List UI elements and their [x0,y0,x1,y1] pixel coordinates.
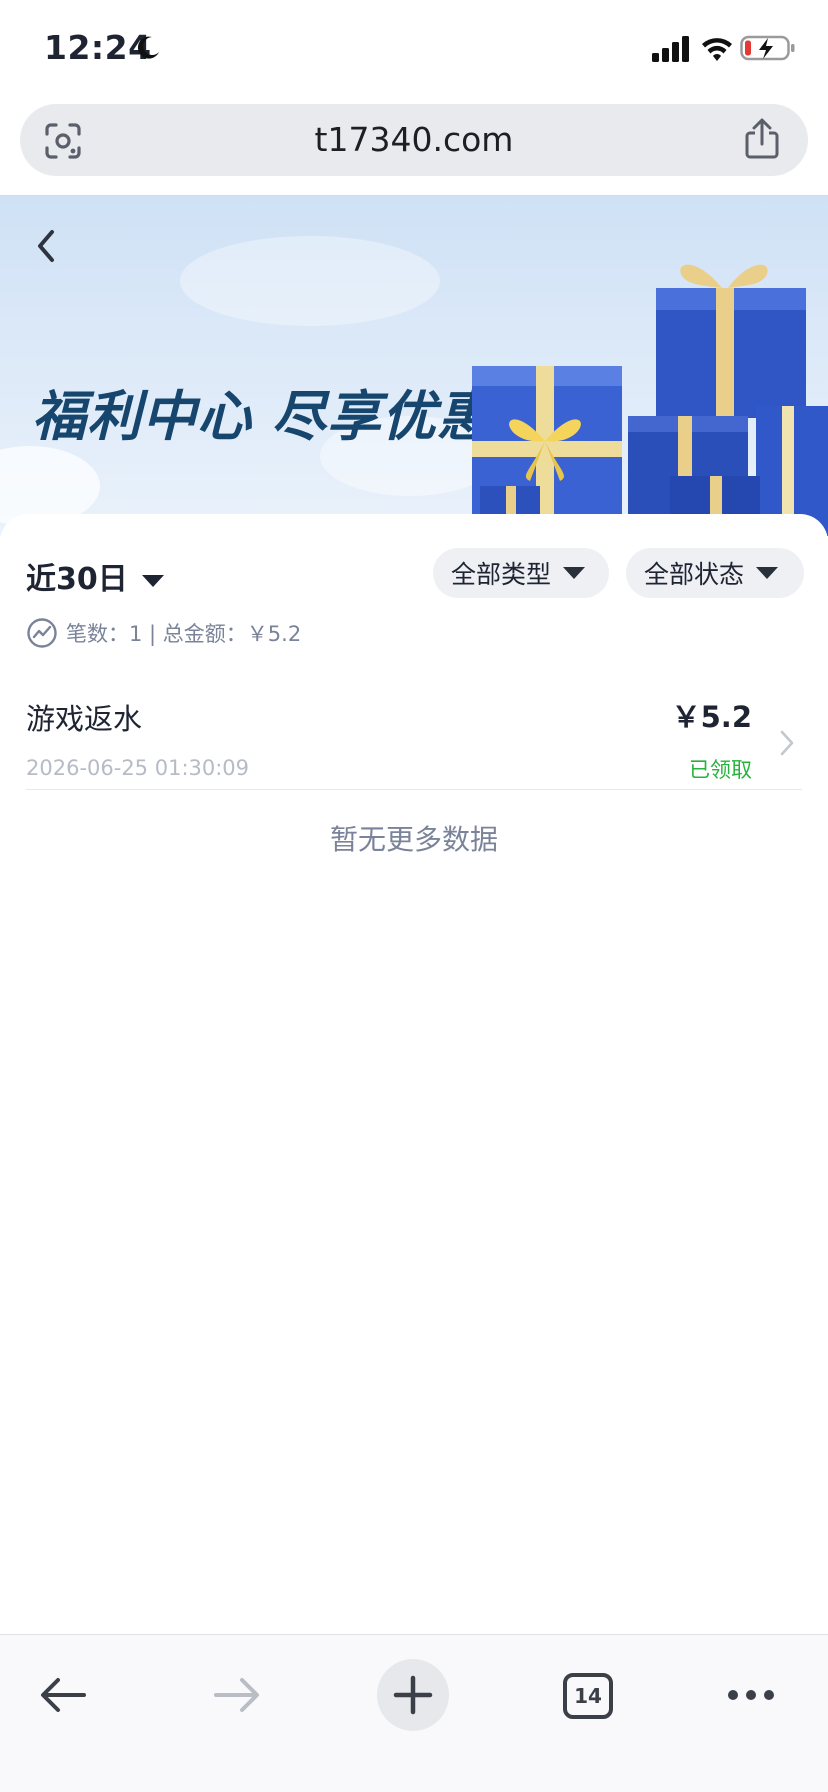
url-text[interactable]: t17340.com [20,120,808,159]
summary-text: 笔数：1 | 总金额：￥5.2 [66,622,302,646]
chevron-right-icon [780,730,794,756]
status-filter-label: 全部状态 [644,560,745,589]
tab-count: 14 [574,1684,602,1708]
status-bar: 12:24 [0,0,828,96]
address-bar[interactable]: t17340.com [20,104,808,176]
no-more-data-text: 暂无更多数据 [329,823,498,856]
record-time: 2026-06-25 01:30:09 [26,756,250,780]
gift-boxes-illustration [472,264,828,536]
new-tab-button[interactable] [377,1659,449,1731]
banner: 福利中心 尽享优惠 [0,196,828,536]
browser-toolbar: 14 [0,1634,828,1792]
forward-arrow-icon[interactable] [212,1675,262,1715]
plus-icon [393,1675,433,1715]
record-title: 游戏返水 [26,702,143,736]
record-amount: ￥5.2 [671,700,752,734]
content-card: 近30日 全部类型 全部状态 笔数：1 | 总金额：￥5.2 游戏返水 2026… [0,514,828,1634]
record-status: 已领取 [689,758,752,782]
type-filter-label: 全部类型 [451,560,552,589]
share-icon[interactable] [742,118,782,160]
moon-icon [137,36,159,59]
more-icon[interactable] [726,1685,776,1705]
type-filter-button[interactable]: 全部类型 [433,548,609,598]
wifi-icon [702,38,732,61]
caret-down-icon [756,567,779,579]
signal-icon [652,36,689,62]
trend-chart-icon [27,618,57,648]
divider [26,789,802,790]
period-label: 近30日 [26,562,128,597]
caret-down-icon [563,567,586,579]
period-dropdown[interactable]: 近30日 [26,554,164,598]
banner-title: 福利中心 尽享优惠 [32,385,492,448]
record-row[interactable]: 游戏返水 2026-06-25 01:30:09 ￥5.2 已领取 [26,684,802,790]
tabs-button[interactable]: 14 [563,1673,613,1719]
status-filter-button[interactable]: 全部状态 [626,548,804,598]
battery-charging-icon [740,35,795,61]
back-arrow-icon[interactable] [38,1675,88,1715]
summary: 笔数：1 | 总金额：￥5.2 [26,616,301,650]
back-arrow-icon[interactable] [32,226,60,266]
caret-down-icon [141,574,164,587]
